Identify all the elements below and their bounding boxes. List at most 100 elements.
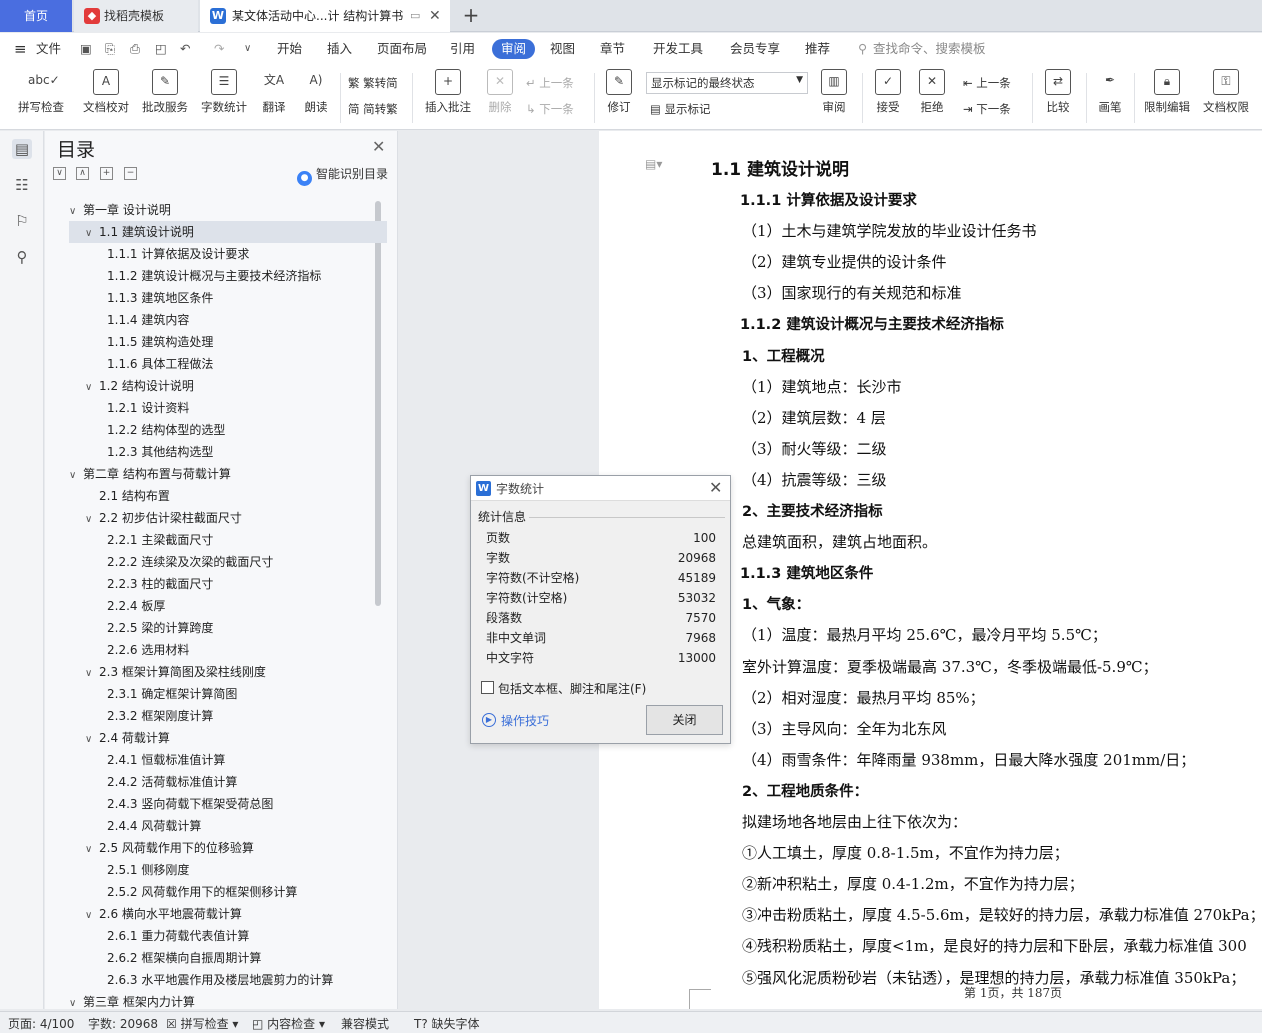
toc-item[interactable]: 2.3.1 确定框架计算简图 — [55, 683, 373, 705]
toc-item[interactable]: ∨ 2.5 风荷载作用下的位移验算 — [69, 837, 387, 859]
toc-item[interactable]: 2.2.1 主梁截面尺寸 — [55, 529, 373, 551]
add-item-icon[interactable]: + — [100, 167, 113, 180]
toc-item[interactable]: 2.1 结构布置 — [69, 485, 387, 507]
chevron-down-icon[interactable]: ∨ — [85, 509, 99, 531]
expand-all-icon[interactable]: ∧ — [76, 167, 89, 180]
menu-start[interactable]: 开始 — [277, 33, 302, 65]
review-pane-button[interactable]: ▥ 审阅 — [816, 69, 852, 115]
toc-item[interactable]: ∨ 第二章 结构布置与荷载计算 — [55, 463, 373, 485]
toc-panel-icon[interactable]: ▤ — [12, 139, 32, 159]
command-search[interactable]: 查找命令、搜索模板 — [873, 33, 986, 65]
menu-insert[interactable]: 插入 — [327, 33, 352, 65]
close-tab-icon[interactable]: ✕ — [429, 0, 441, 32]
show-markup-button[interactable]: ▤ 显示标记 — [650, 101, 711, 117]
chevron-down-icon[interactable]: ∨ — [69, 465, 83, 487]
doc-rights-button[interactable]: ⚿ 文档权限 — [1200, 69, 1252, 115]
prev-change-button[interactable]: ⇤ 上一条 — [963, 75, 1011, 91]
restrict-editing-button[interactable]: 🔒︎ 限制编辑 — [1141, 69, 1193, 115]
toc-item[interactable]: 1.1.1 计算依据及设计要求 — [55, 243, 373, 265]
paragraph-handle-icon[interactable]: ▤▾ — [645, 157, 662, 171]
toc-item[interactable]: ∨ 1.2 结构设计说明 — [69, 375, 387, 397]
markup-select[interactable]: 显示标记的最终状态 ▼ — [646, 72, 808, 94]
spell-check-button[interactable]: abc✓ 拼写检查 — [12, 69, 70, 115]
chevron-down-icon[interactable]: ∨ — [85, 905, 99, 927]
accept-button[interactable]: ✓ 接受 — [870, 69, 906, 115]
menu-review[interactable]: 审阅 — [492, 39, 536, 59]
toc-item[interactable]: 1.1.4 建筑内容 — [55, 309, 373, 331]
close-icon[interactable]: ✕ — [709, 478, 722, 497]
toc-item[interactable]: ∨ 第三章 框架内力计算 — [55, 991, 373, 1013]
smart-toc-button[interactable]: ● 智能识别目录 — [297, 165, 388, 186]
toc-item[interactable]: 2.4.1 恒载标准值计算 — [55, 749, 373, 771]
chevron-down-icon[interactable]: ∨ — [85, 663, 99, 685]
toc-item[interactable]: 2.3.2 框架刚度计算 — [55, 705, 373, 727]
toc-item[interactable]: 2.2.4 板厚 — [55, 595, 373, 617]
toc-item[interactable]: 1.2.1 设计资料 — [55, 397, 373, 419]
redo-icon[interactable]: ↷ — [214, 33, 224, 65]
preview-icon[interactable]: ◰ — [155, 33, 167, 65]
menu-recommend[interactable]: 推荐 — [805, 33, 830, 65]
toc-item[interactable]: ∨ 2.4 荷载计算 — [69, 727, 387, 749]
toc-item[interactable]: 1.1.3 建筑地区条件 — [55, 287, 373, 309]
tab-home[interactable]: 首页 — [0, 0, 72, 32]
bookmark-icon[interactable]: ⚐ — [12, 211, 32, 231]
toc-item[interactable]: ∨ 第一章 设计说明 — [55, 199, 373, 221]
remove-item-icon[interactable]: − — [124, 167, 137, 180]
hamburger-icon[interactable]: ≡ — [14, 33, 27, 65]
content-check-status[interactable]: ◰ 内容检查 ▾ — [252, 1015, 325, 1032]
missing-font-status[interactable]: T? 缺失字体 — [414, 1015, 480, 1032]
save-icon[interactable]: ▣ — [80, 33, 92, 65]
toc-item[interactable]: 2.5.1 侧移刚度 — [55, 859, 373, 881]
outline-icon[interactable]: ☷ — [12, 175, 32, 195]
include-textbox-checkbox[interactable] — [481, 681, 494, 694]
toc-item[interactable]: ∨ 2.6 横向水平地震荷载计算 — [69, 903, 387, 925]
toc-item[interactable]: 1.2.3 其他结构选型 — [55, 441, 373, 463]
new-tab-button[interactable]: + — [458, 0, 484, 32]
undo-icon[interactable]: ↶ — [180, 33, 190, 65]
toc-item[interactable]: ∨ 1.1 建筑设计说明 — [69, 221, 387, 243]
chevron-down-icon[interactable]: ∨ — [69, 201, 83, 223]
correction-service-button[interactable]: ✎ 批改服务 — [139, 69, 191, 115]
menu-reference[interactable]: 引用 — [450, 33, 475, 65]
spell-check-status[interactable]: ☒ 拼写检查 ▾ — [166, 1015, 238, 1032]
menu-developer[interactable]: 开发工具 — [653, 33, 703, 65]
read-aloud-button[interactable]: A) 朗读 — [300, 69, 332, 115]
print-icon[interactable]: ⎙ — [130, 33, 140, 65]
pin-icon[interactable]: ▭ — [410, 0, 420, 32]
menu-layout[interactable]: 页面布局 — [377, 33, 427, 65]
toc-item[interactable]: 1.1.5 建筑构造处理 — [55, 331, 373, 353]
toc-item[interactable]: 1.1.6 具体工程做法 — [55, 353, 373, 375]
close-button[interactable]: 关闭 — [646, 705, 723, 735]
toc-item[interactable]: 2.2.5 梁的计算跨度 — [55, 617, 373, 639]
chevron-down-icon[interactable]: ∨ — [85, 377, 99, 399]
toc-item[interactable]: 2.4.3 竖向荷载下框架受荷总图 — [55, 793, 373, 815]
chevron-down-icon[interactable]: ∨ — [85, 729, 99, 751]
toc-item[interactable]: 2.6.2 框架横向自振周期计算 — [55, 947, 373, 969]
next-change-button[interactable]: ⇥ 下一条 — [963, 101, 1011, 117]
toc-item[interactable]: 2.2.6 选用材料 — [55, 639, 373, 661]
toc-item[interactable]: 2.4.2 活荷载标准值计算 — [55, 771, 373, 793]
toc-item[interactable]: 1.2.2 结构体型的选型 — [55, 419, 373, 441]
toc-item[interactable]: 1.1.2 建筑设计概况与主要技术经济指标 — [55, 265, 373, 287]
toc-item[interactable]: ∨ 2.2 初步估计梁柱截面尺寸 — [69, 507, 387, 529]
trad-to-simp-button[interactable]: 繁 繁转简 — [348, 75, 398, 91]
pen-button[interactable]: ✒ 画笔 — [1094, 69, 1126, 115]
toc-item[interactable]: 2.5.2 风荷载作用下的框架侧移计算 — [55, 881, 373, 903]
chevron-down-icon[interactable]: ∨ — [85, 839, 99, 861]
toc-item[interactable]: 2.2.2 连续梁及次梁的截面尺寸 — [55, 551, 373, 573]
tab-document[interactable]: W 某文体活动中心...计 结构计算书 ▭ ✕ — [200, 0, 450, 32]
more-chevron-icon[interactable]: ∨ — [244, 33, 251, 65]
page-indicator[interactable]: 页面: 4/100 — [8, 1015, 74, 1032]
toc-scrollbar[interactable] — [375, 201, 381, 606]
menu-member[interactable]: 会员专享 — [730, 33, 780, 65]
word-count-indicator[interactable]: 字数: 20968 — [88, 1015, 158, 1032]
tips-link[interactable]: 操作技巧 — [501, 712, 549, 729]
chevron-down-icon[interactable]: ∨ — [85, 223, 99, 245]
menu-view[interactable]: 视图 — [550, 33, 575, 65]
word-count-button[interactable]: ☰ 字数统计 — [198, 69, 250, 115]
toc-item[interactable]: 2.6.3 水平地震作用及楼层地震剪力的计算 — [55, 969, 373, 991]
proofread-button[interactable]: A 文档校对 — [80, 69, 132, 115]
menu-file[interactable]: 文件 — [36, 33, 61, 65]
delete-comment-button[interactable]: ✕ 删除 — [482, 69, 518, 115]
reject-button[interactable]: ✕ 拒绝 — [914, 69, 950, 115]
